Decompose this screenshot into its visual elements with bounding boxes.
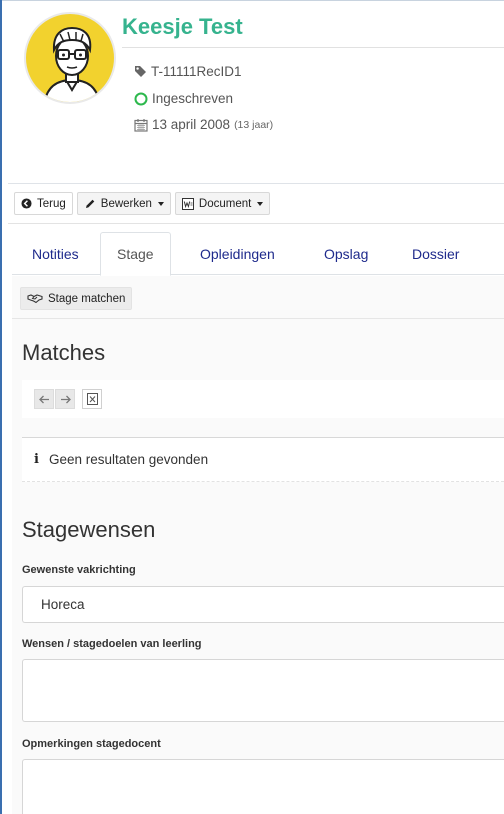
- status-row: Ingeschreven: [134, 91, 233, 106]
- toolbar-divider: [8, 223, 504, 224]
- tab-notities[interactable]: Notities: [16, 232, 95, 275]
- vakrichting-label: Gewenste vakrichting: [22, 564, 136, 576]
- edit-button-label: Bewerken: [100, 197, 152, 210]
- tab-opleidingen[interactable]: Opleidingen: [184, 232, 291, 275]
- document-button-label: Document: [198, 197, 252, 210]
- circle-outline-icon: [134, 92, 148, 105]
- birth-date: 13 april 2008: [152, 117, 231, 132]
- matches-heading: Matches: [22, 340, 106, 365]
- stage-match-button[interactable]: Stage matchen: [20, 287, 133, 310]
- arrow-left-icon: [38, 395, 49, 403]
- tab-opslag[interactable]: Opslag: [308, 232, 384, 275]
- arrow-circle-left-icon: [21, 198, 32, 209]
- student-id-row: T-11111RecID1: [134, 64, 242, 79]
- age: (13 jaar): [234, 118, 274, 131]
- export-excel-button[interactable]: [82, 389, 102, 409]
- wensen-field[interactable]: [22, 659, 504, 722]
- edit-dropdown-button[interactable]: Bewerken: [76, 192, 171, 215]
- action-toolbar: Terug Bewerken Document: [14, 192, 271, 215]
- info-icon: i: [34, 452, 39, 467]
- chevron-down-icon: [257, 201, 264, 206]
- profile-header: Keesje Test T-11111RecID1 Ingeschreven 1…: [8, 0, 504, 184]
- no-results-text: Geen resultaten gevonden: [48, 452, 209, 467]
- matches-grid-toolbar: [22, 380, 504, 418]
- back-button-label: Terug: [37, 197, 66, 210]
- window-left-border: [0, 0, 2, 814]
- previous-page-button[interactable]: [34, 389, 54, 409]
- tab-stage[interactable]: Stage: [100, 232, 171, 276]
- word-document-icon: [181, 197, 194, 210]
- next-page-button[interactable]: [55, 389, 75, 409]
- avatar: [24, 12, 116, 104]
- excel-icon: [86, 393, 98, 405]
- stage-match-button-label: Stage matchen: [48, 292, 126, 305]
- student-name: Keesje Test: [122, 14, 243, 39]
- back-button[interactable]: Terug: [14, 192, 73, 215]
- status-text: Ingeschreven: [152, 91, 234, 106]
- chevron-down-icon: [157, 201, 164, 206]
- wensen-label: Wensen / stagedoelen van leerling: [22, 638, 202, 650]
- no-results-row: i Geen resultaten gevonden: [22, 438, 504, 482]
- match-divider: [12, 318, 504, 319]
- arrow-right-icon: [60, 395, 71, 403]
- opmerkingen-label: Opmerkingen stagedocent: [22, 738, 161, 750]
- vakrichting-field[interactable]: [22, 586, 504, 623]
- name-divider: [122, 47, 504, 48]
- avatar-illustration-icon: [43, 26, 101, 102]
- calendar-icon: [134, 118, 148, 132]
- pencil-icon: [85, 199, 95, 208]
- opmerkingen-field[interactable]: [22, 759, 504, 814]
- student-id: T-11111RecID1: [151, 64, 242, 79]
- tab-dossier[interactable]: Dossier: [396, 232, 475, 275]
- birth-date-row: 13 april 2008 (13 jaar): [134, 117, 273, 132]
- tab-bar: Notities Stage Opleidingen Opslag Dossie…: [12, 232, 504, 276]
- document-dropdown-button[interactable]: Document: [174, 192, 271, 215]
- handshake-icon: [27, 294, 43, 304]
- tag-icon: [135, 66, 146, 77]
- stagewensen-heading: Stagewensen: [22, 517, 156, 542]
